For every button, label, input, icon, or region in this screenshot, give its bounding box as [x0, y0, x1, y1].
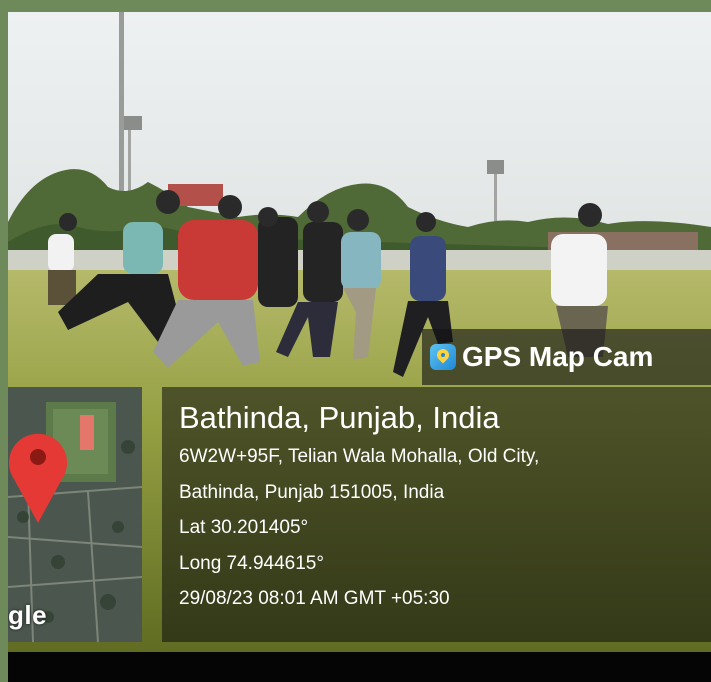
gps-map-cam-badge: GPS Map Cam: [422, 329, 711, 385]
address-line-2: Bathinda, Punjab 151005, India: [179, 481, 445, 503]
photo-frame: GPS Map Cam gle Bathinda, Punjab, India …: [8, 12, 711, 682]
longitude: Long 74.944615°: [179, 552, 324, 574]
map-thumbnail[interactable]: gle: [8, 387, 142, 642]
bottom-bar: [8, 652, 711, 682]
timestamp: 29/08/23 08:01 AM GMT +05:30: [179, 588, 450, 609]
place-title: Bathinda, Punjab, India: [179, 400, 500, 435]
address-line-1: 6W2W+95F, Telian Wala Mohalla, Old City,: [179, 446, 540, 467]
latitude: Lat 30.201405°: [179, 517, 309, 538]
map-watermark: gle: [8, 600, 48, 630]
location-info-panel: Bathinda, Punjab, India 6W2W+95F, Telian…: [162, 387, 711, 642]
app-name: GPS Map Cam: [462, 341, 654, 372]
gps-map-cam-icon: [430, 344, 456, 370]
